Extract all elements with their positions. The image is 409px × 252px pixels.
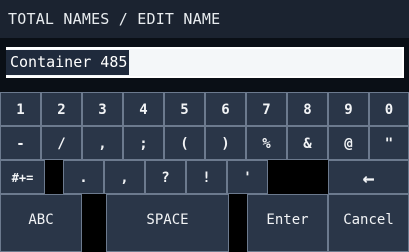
key-ampersand[interactable]: &	[287, 126, 328, 160]
keyboard-gap	[268, 160, 328, 194]
key-comma-2[interactable]: ,	[104, 160, 145, 194]
key-semicolon[interactable]: ;	[123, 126, 164, 160]
left-arrow-icon: ←	[362, 166, 375, 190]
key-8[interactable]: 8	[287, 92, 328, 126]
key-9[interactable]: 9	[328, 92, 369, 126]
key-0[interactable]: 0	[369, 92, 409, 126]
enter-button[interactable]: Enter	[247, 194, 328, 252]
key-question[interactable]: ?	[145, 160, 186, 194]
key-quote[interactable]: "	[369, 126, 409, 160]
key-comma[interactable]: ,	[82, 126, 123, 160]
keyboard-gap	[82, 194, 106, 252]
abc-button[interactable]: ABC	[0, 194, 82, 252]
key-1[interactable]: 1	[0, 92, 41, 126]
key-7[interactable]: 7	[246, 92, 287, 126]
key-6[interactable]: 6	[205, 92, 246, 126]
cancel-button[interactable]: Cancel	[328, 194, 409, 252]
keyboard-gap	[45, 160, 63, 194]
on-screen-keyboard: 1 2 3 4 5 6 7 8 9 0 - / , ; ( ) % & @ " …	[0, 92, 409, 252]
key-4[interactable]: 4	[123, 92, 164, 126]
key-exclamation[interactable]: !	[186, 160, 227, 194]
key-open-paren[interactable]: (	[164, 126, 205, 160]
key-3[interactable]: 3	[82, 92, 123, 126]
key-at[interactable]: @	[328, 126, 369, 160]
key-close-paren[interactable]: )	[205, 126, 246, 160]
key-percent[interactable]: %	[246, 126, 287, 160]
key-slash[interactable]: /	[41, 126, 82, 160]
keyboard-gap	[229, 194, 247, 252]
edit-name-screen: TOTAL NAMES / EDIT NAME Container 485 1 …	[0, 0, 409, 252]
key-symbols[interactable]: #+=	[0, 160, 45, 194]
page-title: TOTAL NAMES / EDIT NAME	[0, 0, 409, 38]
space-button[interactable]: SPACE	[106, 194, 229, 252]
backspace-key[interactable]: ←	[328, 160, 409, 194]
name-input-value: Container 485	[6, 50, 130, 75]
key-2[interactable]: 2	[41, 92, 82, 126]
key-5[interactable]: 5	[164, 92, 205, 126]
key-apostrophe[interactable]: '	[227, 160, 268, 194]
key-hyphen[interactable]: -	[0, 126, 41, 160]
key-period[interactable]: .	[63, 160, 104, 194]
